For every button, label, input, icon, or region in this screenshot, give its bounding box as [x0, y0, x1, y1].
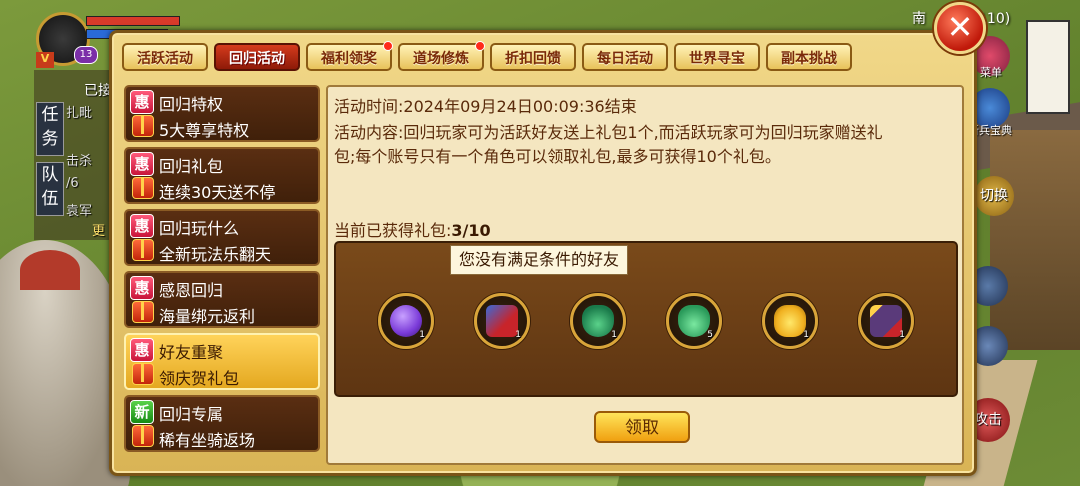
banner-flag [1026, 20, 1070, 114]
activity-time: 活动时间:2024年09月24日00:09:36结束 [334, 97, 637, 116]
item-subtitle: 稀有坐骑返场 [159, 431, 256, 450]
gift-count-total: /10 [462, 221, 491, 240]
item-title: 好友重聚 [159, 343, 224, 362]
gift-count-value: 3 [451, 221, 463, 240]
activity-detail: 活动时间:2024年09月24日00:09:36结束 活动内容:回归玩家可为活跃… [326, 85, 964, 465]
tab-welfare-rewards[interactable]: 福利领奖 [306, 41, 393, 71]
quest-line: 袁军 [66, 204, 93, 219]
list-item-gratitude-return[interactable]: 惠 感恩回归 海量绑元返利 [124, 271, 320, 328]
discount-badge: 惠 [130, 214, 154, 238]
item-title: 回归专属 [159, 405, 224, 424]
tab-tasks[interactable]: 任务 [36, 102, 64, 156]
tab-daily-events[interactable]: 每日活动 [582, 43, 668, 71]
activity-tabs: 活跃活动 回归活动 福利领奖 道场修炼 折扣回馈 每日活动 世界寻宝 副本挑战 [122, 41, 964, 75]
claim-button[interactable]: 领取 [594, 411, 690, 443]
item-title: 感恩回归 [159, 281, 224, 300]
purple-orb-icon [390, 305, 422, 337]
yurt-roof [20, 250, 80, 290]
hp-bar [86, 16, 180, 26]
reward-qty: 1 [611, 330, 617, 340]
item-subtitle: 领庆贺礼包 [159, 369, 240, 388]
gift-icon [132, 301, 154, 323]
reward-slot[interactable]: 1 [762, 293, 818, 349]
item-subtitle: 海量绑元返利 [159, 307, 256, 326]
list-item-return-gift[interactable]: 惠 回归礼包 连续30天送不停 [124, 147, 320, 204]
reward-slot[interactable]: 1 [570, 293, 626, 349]
item-subtitle: 连续30天送不停 [159, 183, 276, 202]
tab-dojo-training[interactable]: 道场修炼 [398, 41, 485, 71]
tab-discount-feedback[interactable]: 折扣回馈 [490, 43, 576, 71]
green-potion-icon [582, 305, 614, 337]
reward-box: 您没有满足条件的好友 1 1 1 5 1 1 [334, 241, 958, 397]
notification-dot [475, 41, 485, 51]
list-item-return-privilege[interactable]: 惠 回归特权 5大尊享特权 [124, 85, 320, 142]
quest-line: 扎毗 [66, 106, 93, 121]
item-subtitle: 全新玩法乐翻天 [159, 245, 272, 264]
activity-desc-line: 包;每个账号只有一个角色可以领取礼包,最多可获得10个礼包。 [334, 147, 781, 166]
item-title: 回归玩什么 [159, 219, 240, 238]
quest-line: /6 [66, 176, 79, 191]
return-event-list: 惠 回归特权 5大尊享特权 惠 回归礼包 连续30天送不停 惠 回归玩什么 全新… [124, 85, 322, 463]
notification-dot [383, 41, 393, 51]
item-title: 回归特权 [159, 95, 224, 114]
discount-badge: 惠 [130, 338, 154, 362]
menu-label: 菜单 [980, 66, 1002, 79]
reward-qty: 1 [899, 330, 905, 340]
discount-badge: 惠 [130, 152, 154, 176]
gift-icon [132, 177, 154, 199]
quest-line: 击杀 [66, 154, 93, 169]
quest-line: 已接 [84, 83, 112, 99]
gift-icon [132, 425, 154, 447]
tab-team[interactable]: 队伍 [36, 162, 64, 216]
gift-icon [132, 239, 154, 261]
gold-ingot-icon [774, 305, 806, 337]
list-item-return-exclusive[interactable]: 新 回归专属 稀有坐骑返场 [124, 395, 320, 452]
discount-badge: 惠 [130, 276, 154, 300]
quest-line: 更 [92, 224, 106, 239]
purple-armor-icon [870, 305, 902, 337]
gift-icon [132, 115, 154, 137]
wooden-house [990, 130, 1080, 350]
gift-count-label: 当前已获得礼包: [334, 221, 452, 240]
item-subtitle: 5大尊享特权 [159, 121, 250, 140]
reward-slot[interactable]: 1 [474, 293, 530, 349]
list-item-return-play[interactable]: 惠 回归玩什么 全新玩法乐翻天 [124, 209, 320, 266]
gift-count: 当前已获得礼包:3/10 [334, 217, 491, 241]
friend-tooltip: 您没有满足条件的好友 [450, 245, 629, 275]
vip-badge[interactable]: V [36, 52, 54, 68]
tab-active-events[interactable]: 活跃活动 [122, 43, 208, 71]
reward-slot[interactable]: 1 [378, 293, 434, 349]
discount-badge: 惠 [130, 90, 154, 114]
gift-icon [132, 363, 154, 385]
reward-slot[interactable]: 1 [858, 293, 914, 349]
reward-qty: 1 [803, 330, 809, 340]
activity-desc-line: 活动内容:回归玩家可为活跃好友送上礼包1个,而活跃玩家可为回归玩家赠送礼 [334, 123, 883, 142]
reward-qty: 1 [419, 330, 425, 340]
switch-button[interactable]: 切换 [974, 176, 1014, 216]
reward-slot[interactable]: 5 [666, 293, 722, 349]
tab-world-treasure[interactable]: 世界寻宝 [674, 43, 760, 71]
green-potion-icon [678, 305, 710, 337]
tab-return-events[interactable]: 回归活动 [214, 43, 300, 71]
item-title: 回归礼包 [159, 157, 224, 176]
red-box-icon [486, 305, 518, 337]
list-item-friend-reunion[interactable]: 惠 好友重聚 领庆贺礼包 [124, 333, 320, 390]
reward-qty: 5 [707, 330, 713, 340]
tab-dungeon-challenge[interactable]: 副本挑战 [766, 43, 852, 71]
close-button[interactable]: ✕ [934, 2, 986, 54]
reward-qty: 1 [515, 330, 521, 340]
activity-panel: 活跃活动 回归活动 福利领奖 道场修炼 折扣回馈 每日活动 世界寻宝 副本挑战 … [109, 30, 977, 476]
player-level-badge: 13 [74, 46, 98, 64]
new-badge: 新 [130, 400, 154, 424]
